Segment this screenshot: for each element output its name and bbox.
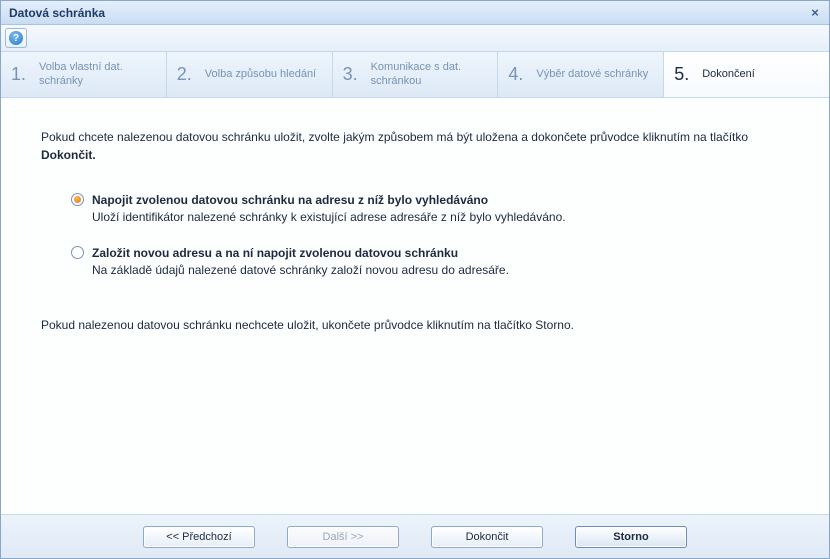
option-desc: Uloží identifikátor nalezené schránky k … [92,209,566,226]
wizard-footer: << Předchozí Další >> Dokončit Storno [1,514,829,558]
close-button[interactable]: × [807,5,823,21]
option-1: Napojit zvolenou datovou schránku na adr… [71,192,789,227]
step-3: 3. Komunikace s dat. schránkou [333,52,499,97]
option-text: Založit novou adresu a na ní napojit zvo… [92,245,509,280]
option-desc: Na základě údajů nalezené datové schránk… [92,262,509,279]
outro-text: Pokud nalezenou datovou schránku nechcet… [41,316,789,334]
close-icon: × [811,5,819,20]
option-text: Napojit zvolenou datovou schránku na adr… [92,192,566,227]
cancel-button[interactable]: Storno [575,526,687,548]
step-label: Výběr datové schránky [536,68,648,81]
intro-prefix: Pokud chcete nalezenou datovou schránku … [41,130,748,144]
step-number: 3. [343,64,363,85]
step-label: Komunikace s dat. schránkou [371,61,488,87]
finish-button[interactable]: Dokončit [431,526,543,548]
radio-option-2[interactable] [71,246,84,259]
intro-text: Pokud chcete nalezenou datovou schránku … [41,128,789,164]
intro-bold: Dokončit. [41,148,96,162]
step-5: 5. Dokončení [664,52,829,97]
step-number: 2. [177,64,197,85]
step-1: 1. Volba vlastní dat. schránky [1,52,167,97]
option-2: Založit novou adresu a na ní napojit zvo… [71,245,789,280]
option-title: Napojit zvolenou datovou schránku na adr… [92,192,566,209]
next-button: Další >> [287,526,399,548]
toolbar: ? [1,25,829,52]
help-button[interactable]: ? [5,28,27,48]
wizard-window: Datová schránka × ? 1. Volba vlastní dat.… [0,0,830,559]
window-title: Datová schránka [9,6,105,20]
wizard-steps: 1. Volba vlastní dat. schránky 2. Volba způ… [1,52,829,98]
help-icon: ? [9,31,23,45]
options-group: Napojit zvolenou datovou schránku na adr… [71,192,789,280]
step-label: Volba vlastní dat. schránky [39,61,156,87]
step-2: 2. Volba způsobu hledání [167,52,333,97]
step-number: 4. [508,64,528,85]
option-title: Založit novou adresu a na ní napojit zvo… [92,245,509,262]
step-number: 1. [11,64,31,85]
step-label: Volba způsobu hledání [205,68,316,81]
titlebar: Datová schránka × [1,1,829,25]
step-4: 4. Výběr datové schránky [498,52,664,97]
step-number: 5. [674,64,694,85]
prev-button[interactable]: << Předchozí [143,526,255,548]
wizard-content: Pokud chcete nalezenou datovou schránku … [1,98,829,514]
step-label: Dokončení [702,68,755,81]
radio-option-1[interactable] [71,193,84,206]
